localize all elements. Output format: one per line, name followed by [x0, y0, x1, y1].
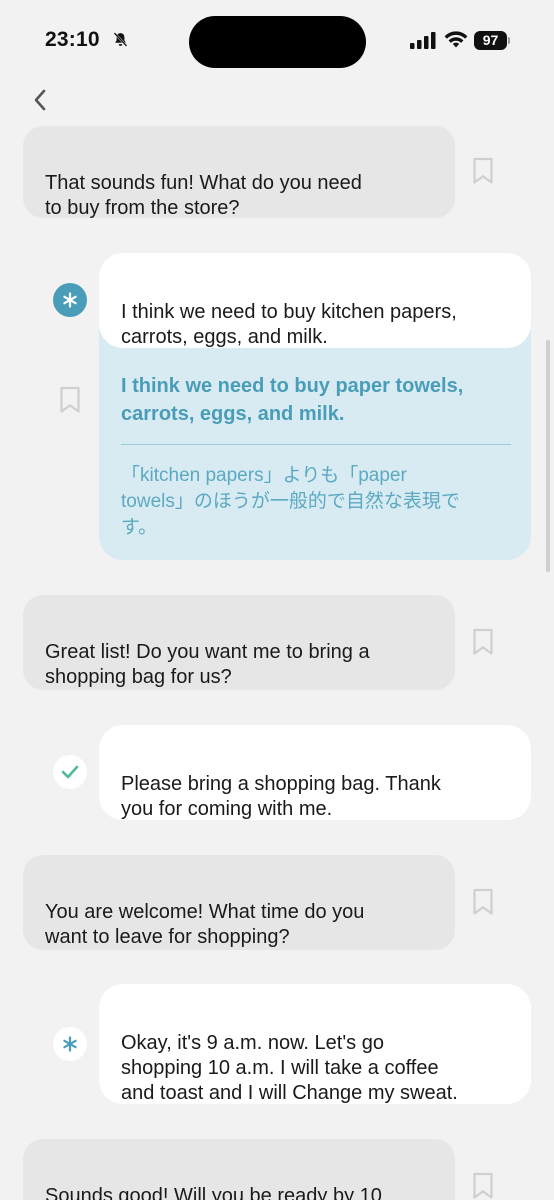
message-text: You are welcome! What time do you want t…: [45, 901, 365, 948]
partner-message: That sounds fun! What do you need to buy…: [23, 126, 455, 219]
message-text: I think we need to buy kitchen papers, c…: [121, 301, 457, 348]
partner-message: You are welcome! What time do you want t…: [23, 855, 455, 950]
status-bar: 23:10 97: [0, 0, 554, 84]
partner-message: Great list! Do you want me to bring a sh…: [23, 595, 455, 690]
dynamic-island: [189, 16, 366, 68]
asterisk-icon: [63, 1036, 77, 1052]
user-message: I think we need to buy kitchen papers, c…: [99, 253, 531, 348]
asterisk-icon: [63, 292, 77, 308]
chevron-left-icon: [34, 89, 46, 111]
bookmark-icon[interactable]: [472, 628, 494, 656]
checkmark-icon: [61, 765, 79, 779]
correction-explanation: 「kitchen papers」よりも「paper towels」のほうが一般的…: [121, 465, 460, 538]
correction-indicator[interactable]: [53, 1027, 87, 1061]
wifi-icon: [444, 31, 468, 48]
correction-panel: I think we need to buy paper towels, car…: [99, 326, 531, 560]
message-text: Okay, it's 9 a.m. now. Let's go shopping…: [121, 1032, 458, 1104]
correction-divider: [121, 444, 511, 445]
cellular-signal-icon: [410, 32, 436, 49]
message-text: Great list! Do you want me to bring a sh…: [45, 641, 370, 688]
bookmark-icon[interactable]: [472, 888, 494, 916]
scrollbar[interactable]: [546, 340, 550, 572]
user-message: Okay, it's 9 a.m. now. Let's go shopping…: [99, 984, 531, 1104]
message-text: Please bring a shopping bag. Thank you f…: [121, 773, 441, 820]
bell-slash-icon: [113, 32, 128, 47]
message-text: Sounds good! Will you be ready by 10 a.m…: [45, 1185, 382, 1200]
partner-message: Sounds good! Will you be ready by 10 a.m…: [23, 1139, 455, 1200]
message-text: That sounds fun! What do you need to buy…: [45, 172, 362, 219]
corrected-sentence: I think we need to buy paper towels, car…: [121, 375, 464, 425]
bookmark-icon[interactable]: [472, 157, 494, 185]
back-button[interactable]: [24, 84, 56, 116]
battery-icon: 97: [474, 31, 507, 50]
battery-tip: [508, 37, 510, 44]
status-time: 23:10: [45, 28, 100, 51]
user-message: Please bring a shopping bag. Thank you f…: [99, 725, 531, 820]
correct-indicator[interactable]: [53, 755, 87, 789]
bookmark-icon[interactable]: [472, 1172, 494, 1200]
bookmark-icon[interactable]: [59, 386, 81, 414]
correction-indicator[interactable]: [53, 283, 87, 317]
